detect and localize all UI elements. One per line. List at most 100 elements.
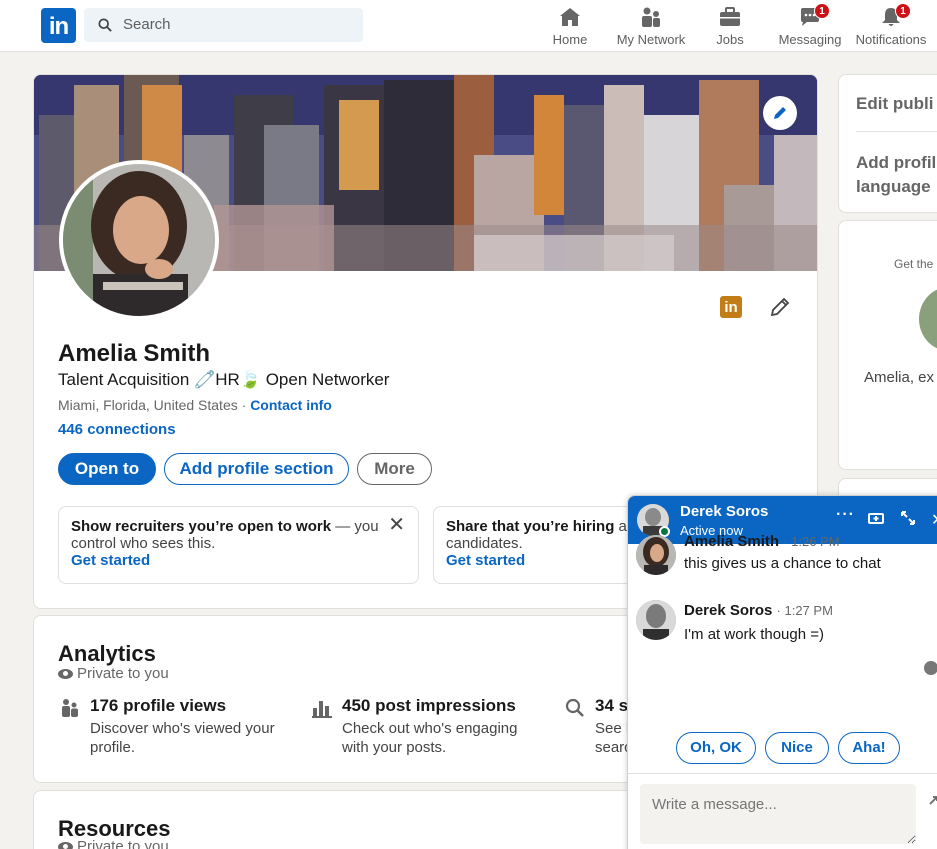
connections-link[interactable]: 446 connections xyxy=(58,421,176,438)
add-profile-section-button[interactable]: Add profile section xyxy=(164,453,349,485)
stat-desc-line: Check out who's engaging xyxy=(342,720,518,737)
nav-label: Home xyxy=(552,32,588,47)
quick-reply-button[interactable]: Aha! xyxy=(838,732,900,764)
stat-desc: Discover who's viewed your profile. xyxy=(90,719,275,757)
search-icon xyxy=(565,698,584,717)
open-to-work-promo: Show recruiters you’re open to work — yo… xyxy=(58,506,419,584)
pencil-icon xyxy=(774,107,786,119)
sender-name-text: Amelia Smith xyxy=(684,533,780,550)
privacy-label: Private to you xyxy=(77,838,169,849)
notifications-badge: 1 xyxy=(895,3,911,19)
derek-photo xyxy=(636,600,676,640)
chat-message: Derek Soros · 1:27 PM I'm at work though… xyxy=(636,600,936,646)
video-icon-svg xyxy=(868,513,884,524)
messaging-icon-wrap: 1 xyxy=(798,3,830,29)
edit-cover-button[interactable] xyxy=(763,96,797,130)
expand-icon-svg xyxy=(901,511,915,525)
message-time: · 1:27 PM xyxy=(776,603,833,618)
ad-image xyxy=(919,287,937,351)
promo-title: Show recruiters you’re open to work xyxy=(71,518,332,535)
eye-icon xyxy=(58,842,73,849)
quick-reply-button[interactable]: Nice xyxy=(765,732,829,764)
profile-avatar[interactable] xyxy=(59,160,219,320)
edit-intro-pencil-icon[interactable] xyxy=(769,296,791,318)
post-impressions-stat[interactable]: 450 post impressions Check out who's eng… xyxy=(312,696,542,756)
stat-desc: Check out who's engaging with your posts. xyxy=(342,719,517,757)
video-call-icon[interactable] xyxy=(868,510,884,531)
get-started-link[interactable]: Get started xyxy=(71,552,406,569)
nav-home[interactable]: Home xyxy=(548,5,592,47)
divider xyxy=(628,773,937,774)
message-time: · 1:26 PM xyxy=(783,534,840,549)
nav-jobs[interactable]: Jobs xyxy=(712,5,748,47)
profile-name: Amelia Smith xyxy=(58,340,211,367)
sender-avatar xyxy=(636,600,676,640)
message-text: this gives us a chance to chat xyxy=(684,555,881,572)
messaging-badge: 1 xyxy=(814,3,830,19)
bar-chart-icon xyxy=(312,701,332,718)
ad-text: Amelia, ex xyxy=(864,369,935,386)
analytics-privacy: Private to you xyxy=(58,665,169,682)
nav-label: Messaging xyxy=(778,32,842,47)
ad-card: Get the Amelia, ex xyxy=(838,220,937,470)
eye-icon xyxy=(58,669,73,679)
open-to-button[interactable]: Open to xyxy=(58,453,156,485)
message-text: I'm at work though =) xyxy=(684,626,825,643)
nav-label: My Network xyxy=(616,32,686,47)
top-nav: in Search Home My Network Jobs 1 Messagi… xyxy=(0,0,937,52)
nav-my-network[interactable]: My Network xyxy=(612,5,690,47)
chat-window: Derek Soros Active now ··· ✕ Amelia Smit… xyxy=(627,495,937,849)
ad-caption: Get the xyxy=(894,257,934,271)
contact-info-link[interactable]: Contact info xyxy=(250,397,332,413)
sender-name: Derek Soros · 1:27 PM xyxy=(684,602,833,619)
link-line: language xyxy=(856,177,931,196)
read-receipt-avatar xyxy=(924,661,937,675)
search-bar[interactable]: Search xyxy=(84,8,363,42)
stat-desc-line: with your posts. xyxy=(342,739,447,756)
more-button[interactable]: More xyxy=(357,453,432,485)
profile-views-stat[interactable]: 176 profile views Discover who's viewed … xyxy=(60,696,290,756)
privacy-label: Private to you xyxy=(77,665,169,682)
search-placeholder: Search xyxy=(123,16,171,33)
profile-photo xyxy=(63,164,215,316)
stat-desc-line: profile. xyxy=(90,739,136,756)
close-icon[interactable]: ✕ xyxy=(388,515,405,535)
briefcase-icon xyxy=(720,7,740,26)
nav-notifications[interactable]: 1 Notifications xyxy=(851,3,931,47)
search-icon xyxy=(98,18,112,32)
link-line: Add profil xyxy=(856,153,937,172)
promo-title: Share that you’re hiring xyxy=(446,518,615,535)
profile-location-line: Miami, Florida, United States · Contact … xyxy=(58,397,332,413)
expand-icon[interactable] xyxy=(900,510,916,531)
linkedin-badge-icon[interactable]: in xyxy=(720,296,742,318)
people-icon xyxy=(62,699,78,717)
linkedin-logo-icon[interactable]: in xyxy=(41,8,76,43)
stat-desc-line: Discover who's viewed your xyxy=(90,720,275,737)
sender-avatar xyxy=(636,535,676,575)
add-profile-language-link[interactable]: Add profil language xyxy=(856,151,936,199)
stat-title: 450 post impressions xyxy=(342,696,516,715)
resources-privacy: Private to you xyxy=(58,838,169,849)
edit-public-profile-link[interactable]: Edit publi xyxy=(856,94,933,114)
profile-settings-card: Edit publi Add profil language xyxy=(838,74,937,213)
chat-message: Amelia Smith · 1:26 PM this gives us a c… xyxy=(636,533,936,579)
quick-reply-button[interactable]: Oh, OK xyxy=(676,732,756,764)
collapse-arrow-icon[interactable] xyxy=(928,792,937,808)
more-options-icon[interactable]: ··· xyxy=(836,506,855,524)
sender-name-text: Derek Soros xyxy=(684,602,773,619)
chat-contact-name: Derek Soros xyxy=(680,503,769,520)
network-icon xyxy=(642,7,660,27)
message-input[interactable] xyxy=(640,784,916,844)
profile-headline: Talent Acquisition 🧷HR🍃 Open Networker xyxy=(58,370,390,389)
nav-label: Notifications xyxy=(855,32,927,47)
profile-location: Miami, Florida, United States · xyxy=(58,397,247,413)
home-icon xyxy=(560,8,580,26)
nav-messaging[interactable]: 1 Messaging xyxy=(776,3,844,47)
stat-title: 34 s xyxy=(595,696,629,715)
nav-label: Jobs xyxy=(716,32,744,47)
close-chat-icon[interactable]: ✕ xyxy=(931,510,937,530)
divider xyxy=(856,131,937,132)
stat-title: 176 profile views xyxy=(90,696,227,715)
sender-name: Amelia Smith · 1:26 PM xyxy=(684,533,840,550)
analytics-title: Analytics xyxy=(58,641,156,666)
